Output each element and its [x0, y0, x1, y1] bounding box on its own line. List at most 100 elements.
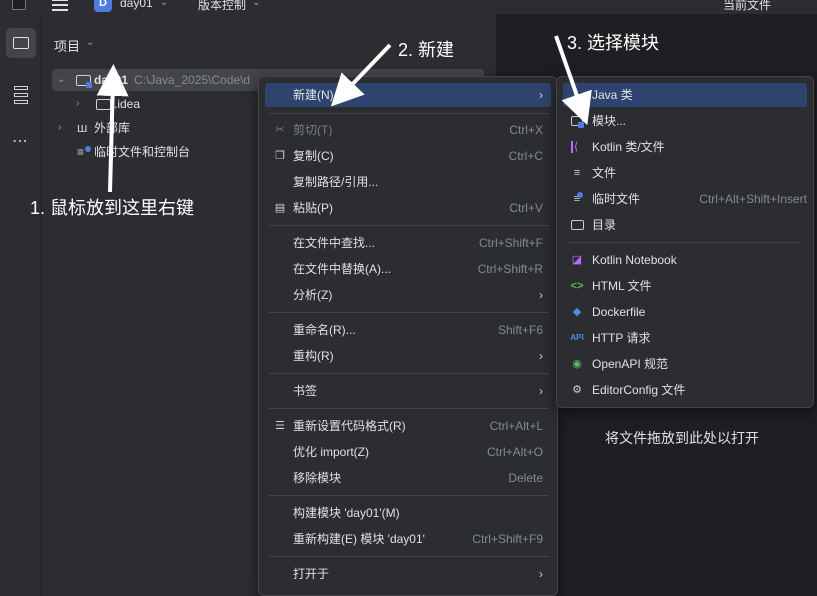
menu-item-remove-module[interactable]: 移除模块 Delete — [265, 466, 551, 490]
project-name[interactable]: day01 — [120, 0, 153, 10]
submenu-item-label: 目录 — [592, 218, 617, 232]
annotation-step-3: 3. 选择模块 — [567, 33, 660, 53]
menu-item-label: 书签 — [293, 384, 318, 398]
chevron-down-icon[interactable]: ⌄ — [160, 0, 168, 8]
docker-icon: ◆ — [572, 306, 582, 318]
main-menu-icon[interactable] — [52, 0, 68, 11]
menu-item-shortcut: Ctrl+Shift+R — [477, 262, 543, 276]
tree-row-idea[interactable]: › .idea — [52, 93, 252, 115]
menu-item-shortcut: Ctrl+X — [509, 123, 543, 137]
divider — [269, 495, 549, 496]
menu-item-label: 复制路径/引用... — [293, 175, 379, 189]
panel-title[interactable]: 项目 — [54, 36, 80, 55]
menu-item-shortcut: Delete — [508, 471, 543, 485]
menu-item-label: 粘贴(P) — [293, 201, 333, 215]
menu-item-label: 重新构建(E) 模块 'day01' — [293, 532, 425, 546]
submenu-item-directory[interactable]: 目录 — [563, 213, 807, 237]
chevron-down-icon[interactable]: ⌄ — [252, 0, 260, 8]
menu-item-label: 在文件中查找... — [293, 236, 376, 250]
submenu-item-label: EditorConfig 文件 — [592, 383, 686, 397]
tree-row-scratches[interactable]: ≡ 临时文件和控制台 — [52, 141, 252, 163]
divider — [269, 312, 549, 313]
chevron-right-icon[interactable]: › — [58, 117, 61, 139]
submenu-item-scratch-file[interactable]: ≡ 临时文件 Ctrl+Alt+Shift+Insert — [563, 187, 807, 211]
divider — [567, 242, 801, 243]
more-tools-icon[interactable]: ⋯ — [12, 131, 29, 151]
submenu-item-kotlin-notebook[interactable]: ◪ Kotlin Notebook — [563, 248, 807, 272]
menu-item-paste[interactable]: ▤ 粘贴(P) Ctrl+V — [265, 196, 551, 220]
openapi-icon: ◉ — [572, 358, 582, 370]
chevron-down-icon[interactable]: ⌄ — [57, 69, 65, 91]
menu-item-label: 构建模块 'day01'(M) — [293, 506, 400, 520]
submenu-item-label: HTTP 请求 — [592, 331, 651, 345]
directory-icon — [570, 218, 584, 232]
app-logo-icon[interactable] — [12, 0, 26, 10]
menu-item-label: 重命名(R)... — [293, 323, 356, 337]
menu-item-label: 重新设置代码格式(R) — [293, 419, 406, 433]
cut-icon: ✂ — [275, 124, 285, 136]
submenu-item-kotlin[interactable]: ⟨ Kotlin 类/文件 — [563, 135, 807, 159]
project-tool-button[interactable] — [6, 28, 36, 58]
menu-item-rebuild-module[interactable]: 重新构建(E) 模块 'day01' Ctrl+Shift+F9 — [265, 527, 551, 551]
menu-item-find-in-files[interactable]: 在文件中查找... Ctrl+Shift+F — [265, 231, 551, 255]
submenu-item-file[interactable]: ≡ 文件 — [563, 161, 807, 185]
menu-item-cut[interactable]: ✂ 剪切(T) Ctrl+X — [265, 118, 551, 142]
submenu-item-label: Kotlin 类/文件 — [592, 140, 665, 154]
menu-item-rename[interactable]: 重命名(R)... Shift+F6 — [265, 318, 551, 342]
submenu-item-label: OpenAPI 规范 — [592, 357, 669, 371]
paste-icon: ▤ — [274, 202, 286, 214]
menu-item-label: 移除模块 — [293, 471, 342, 485]
tree-row-external-libraries[interactable]: › ш 外部库 — [52, 117, 252, 139]
annotation-step-1: 1. 鼠标放到这里右键 — [30, 198, 195, 218]
menu-item-new[interactable]: 新建(N) › — [265, 83, 551, 107]
submenu-item-html[interactable]: <> HTML 文件 — [563, 274, 807, 298]
structure-tool-button[interactable] — [6, 80, 36, 110]
chevron-down-icon[interactable]: ⌄ — [86, 37, 94, 48]
folder-icon — [96, 99, 111, 110]
submenu-item-java-class[interactable]: ☕ Java 类 — [563, 83, 807, 107]
module-icon — [570, 114, 584, 128]
submenu-item-dockerfile[interactable]: ◆ Dockerfile — [563, 300, 807, 324]
divider — [269, 556, 549, 557]
menu-item-build-module[interactable]: 构建模块 'day01'(M) — [265, 501, 551, 525]
context-menu: 新建(N) › ✂ 剪切(T) Ctrl+X ❐ 复制(C) Ctrl+C 复制… — [258, 76, 558, 596]
submenu-item-openapi[interactable]: ◉ OpenAPI 规范 — [563, 352, 807, 376]
reformat-icon: ☰ — [275, 420, 285, 432]
menu-item-label: 剪切(T) — [293, 123, 333, 137]
chevron-right-icon: › — [539, 384, 543, 398]
menu-item-copy[interactable]: ❐ 复制(C) Ctrl+C — [265, 144, 551, 168]
tool-window-strip: ⋯ — [0, 14, 42, 596]
menu-item-refactor[interactable]: 重构(R) › — [265, 344, 551, 368]
chevron-right-icon: › — [539, 288, 543, 302]
submenu-item-module[interactable]: 模块... — [563, 109, 807, 133]
tree-label: 外部库 — [94, 121, 131, 135]
chevron-right-icon: › — [539, 88, 543, 102]
vcs-widget[interactable]: 版本控制 — [198, 0, 246, 13]
menu-item-replace-in-files[interactable]: 在文件中替换(A)... Ctrl+Shift+R — [265, 257, 551, 281]
current-file-widget[interactable]: 当前文件 — [723, 0, 771, 13]
java-class-icon: ☕ — [572, 89, 582, 101]
chevron-right-icon[interactable]: › — [76, 93, 79, 115]
menu-item-analyze[interactable]: 分析(Z) › — [265, 283, 551, 307]
copy-icon: ❐ — [275, 150, 285, 162]
gear-icon: ⚙ — [572, 384, 582, 396]
menu-item-label: 复制(C) — [293, 149, 334, 163]
drop-hint: 将文件拖放到此处以打开 — [605, 430, 759, 446]
submenu-item-label: 文件 — [592, 166, 617, 180]
submenu-item-editorconfig[interactable]: ⚙ EditorConfig 文件 — [563, 378, 807, 402]
folder-icon — [13, 37, 29, 49]
menu-item-bookmarks[interactable]: 书签 › — [265, 379, 551, 403]
divider — [269, 373, 549, 374]
menu-item-optimize-imports[interactable]: 优化 import(Z) Ctrl+Alt+O — [265, 440, 551, 464]
submenu-item-http-request[interactable]: API HTTP 请求 — [563, 326, 807, 350]
notebook-icon: ◪ — [571, 254, 583, 266]
menu-item-shortcut: Ctrl+C — [508, 149, 543, 163]
menu-item-open-in[interactable]: 打开于 › — [265, 562, 551, 586]
menu-item-label: 打开于 — [293, 567, 330, 581]
menu-item-reformat-code[interactable]: ☰ 重新设置代码格式(R) Ctrl+Alt+L — [265, 414, 551, 438]
menu-item-label: 重构(R) — [293, 349, 334, 363]
project-badge[interactable]: D — [94, 0, 112, 12]
menu-item-label: 优化 import(Z) — [293, 445, 369, 459]
menu-item-copy-path[interactable]: 复制路径/引用... — [265, 170, 551, 194]
title-bar: D day01 ⌄ 版本控制 ⌄ 当前文件 — [0, 0, 817, 14]
